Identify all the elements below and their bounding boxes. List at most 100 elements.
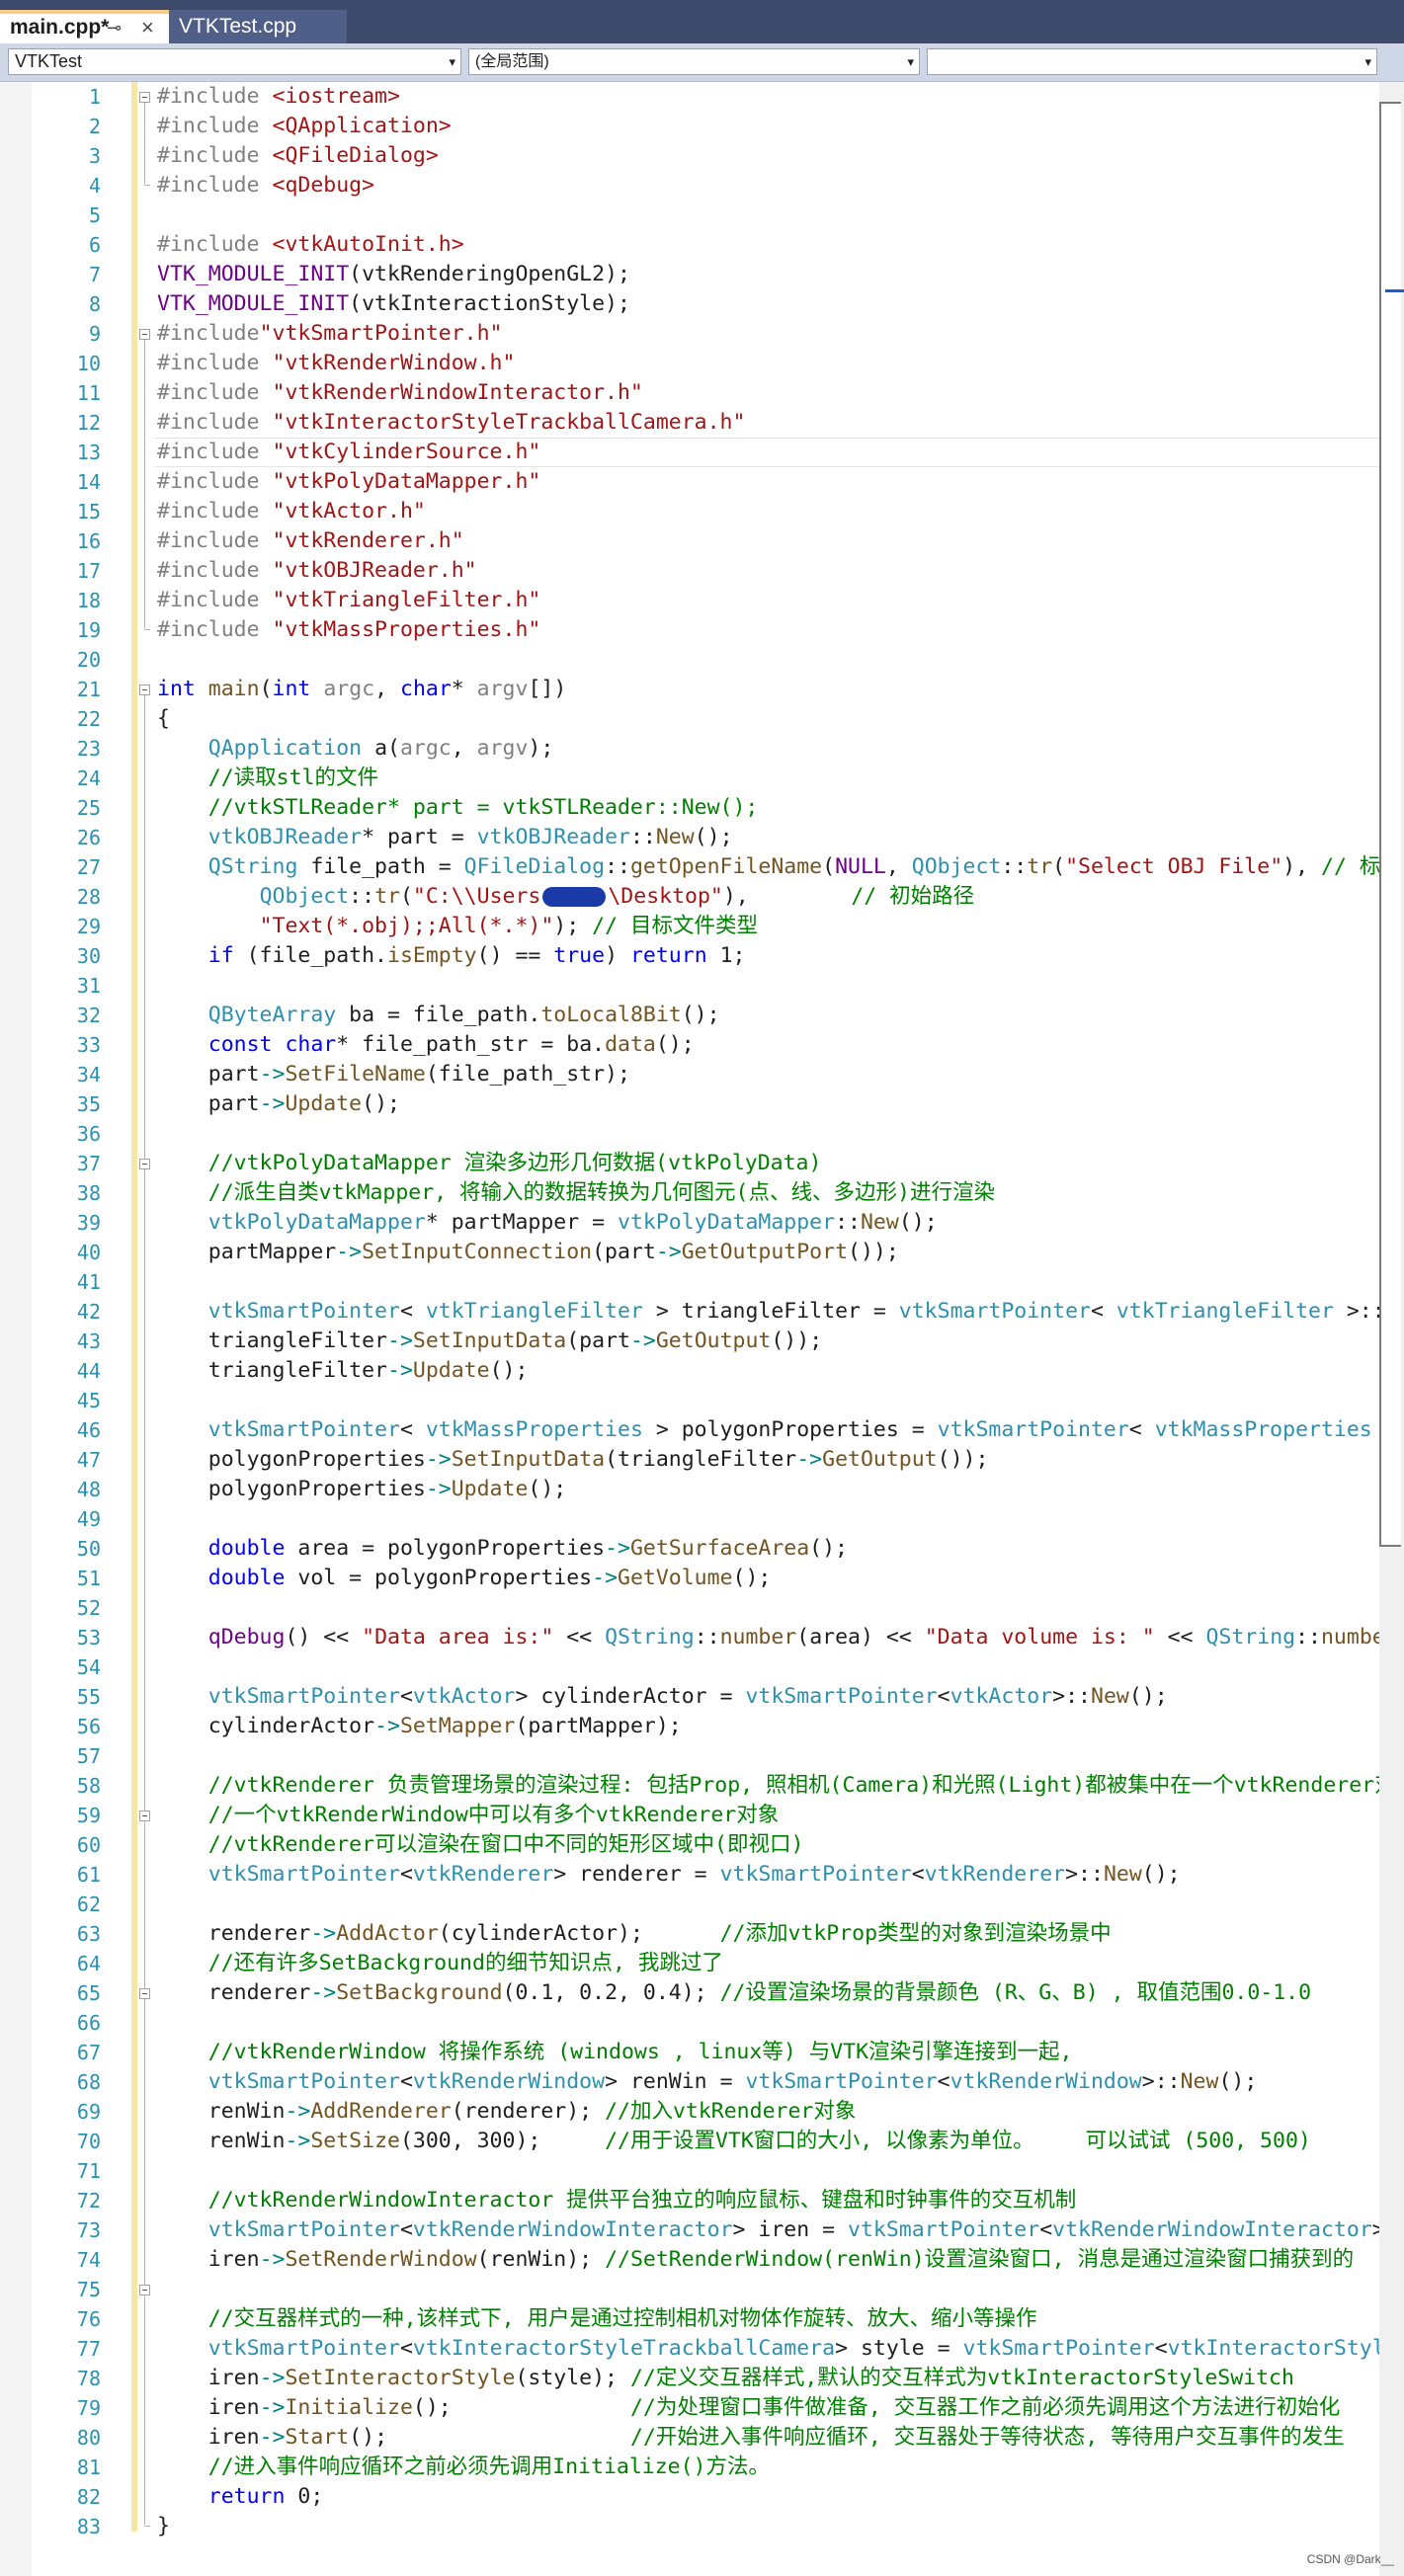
code-line[interactable]: qDebug() << "Data area is:" << QString::… (157, 1623, 1382, 1652)
code-line[interactable]: #include"vtkSmartPointer.h" (157, 319, 1382, 349)
code-line[interactable]: triangleFilter->Update(); (157, 1356, 1382, 1386)
tab-vtktest-cpp[interactable]: VTKTest.cpp (169, 10, 347, 43)
code-line[interactable]: polygonProperties->Update(); (157, 1475, 1382, 1504)
tab-main-cpp[interactable]: main.cpp* ⊸ × (0, 10, 171, 43)
code-line[interactable]: vtkSmartPointer<vtkRenderWindow> renWin … (157, 2067, 1382, 2097)
code-line[interactable]: partMapper->SetInputConnection(part->Get… (157, 1238, 1382, 1267)
code-line[interactable]: #include "vtkMassProperties.h" (157, 615, 1382, 645)
code-line[interactable]: //进入事件响应循环之前必须先调用Initialize()方法。 (157, 2453, 1382, 2482)
scope-dropdown[interactable]: (全局范围) ▾ (468, 48, 920, 75)
collapse-region-icon[interactable] (139, 1159, 150, 1169)
code-line[interactable]: #include "vtkRenderWindowInteractor.h" (157, 378, 1382, 408)
code-line[interactable]: VTK_MODULE_INIT(vtkInteractionStyle); (157, 289, 1382, 319)
collapse-region-icon[interactable] (139, 2285, 150, 2295)
code-line[interactable]: QByteArray ba = file_path.toLocal8Bit(); (157, 1001, 1382, 1030)
close-tab-icon[interactable]: × (141, 14, 154, 41)
code-line[interactable] (157, 1119, 1382, 1149)
code-line[interactable]: #include "vtkTriangleFilter.h" (157, 586, 1382, 615)
code-line[interactable]: #include "vtkInteractorStyleTrackballCam… (157, 408, 1382, 438)
code-line[interactable]: renderer->AddActor(cylinderActor); //添加v… (157, 1919, 1382, 1949)
glyph-margin[interactable] (0, 82, 32, 2576)
code-line[interactable]: renWin->AddRenderer(renderer); //加入vtkRe… (157, 2097, 1382, 2127)
code-line[interactable]: iren->SetRenderWindow(renWin); //SetRend… (157, 2245, 1382, 2275)
code-line[interactable]: //vtkRenderer 负责管理场景的渲染过程: 包括Prop, 照相机(C… (157, 1771, 1382, 1801)
collapse-region-icon[interactable] (139, 684, 150, 695)
collapse-region-icon[interactable] (139, 329, 150, 340)
code-line[interactable]: part->SetFileName(file_path_str); (157, 1060, 1382, 1089)
code-line[interactable] (157, 201, 1382, 230)
code-line[interactable]: const char* file_path_str = ba.data(); (157, 1030, 1382, 1060)
code-line[interactable]: #include <vtkAutoInit.h> (157, 230, 1382, 260)
code-line[interactable]: //vtkRenderWindow 将操作系统 (windows , linux… (157, 2038, 1382, 2067)
code-line[interactable]: //还有许多SetBackground的细节知识点, 我跳过了 (157, 1949, 1382, 1978)
code-line[interactable] (157, 645, 1382, 675)
code-line[interactable]: //交互器样式的一种,该样式下, 用户是通过控制相机对物体作旋转、放大、缩小等操… (157, 2304, 1382, 2334)
code-line[interactable] (157, 2275, 1382, 2304)
code-line[interactable]: QString file_path = QFileDialog::getOpen… (157, 852, 1382, 882)
code-line[interactable]: } (157, 2512, 1382, 2541)
code-line[interactable]: #include <iostream> (157, 82, 1382, 112)
code-line[interactable]: cylinderActor->SetMapper(partMapper); (157, 1712, 1382, 1741)
code-line[interactable]: //vtkPolyDataMapper 渲染多边形几何数据(vtkPolyDat… (157, 1149, 1382, 1178)
code-line[interactable]: "Text(*.obj);;All(*.*)"); // 目标文件类型 (157, 912, 1382, 941)
code-text-area[interactable]: #include <iostream> #include <QApplicatio… (157, 82, 1382, 2541)
code-line[interactable]: QObject::tr("C:\\Users \Desktop"), // 初始路… (157, 882, 1382, 912)
code-line[interactable]: polygonProperties->SetInputData(triangle… (157, 1445, 1382, 1475)
pin-icon[interactable]: ⊸ (107, 14, 122, 41)
code-line[interactable]: vtkPolyDataMapper* partMapper = vtkPolyD… (157, 1208, 1382, 1238)
scrollbar-thumb[interactable] (1379, 102, 1401, 1547)
code-line[interactable]: #include <qDebug> (157, 171, 1382, 201)
member-dropdown[interactable]: ▾ (927, 48, 1377, 75)
code-line[interactable] (157, 1504, 1382, 1534)
code-line[interactable]: //读取stl的文件 (157, 764, 1382, 793)
project-dropdown[interactable]: VTKTest ▾ (8, 48, 461, 75)
code-line[interactable] (157, 1267, 1382, 1297)
code-line[interactable]: vtkSmartPointer<vtkActor> cylinderActor … (157, 1682, 1382, 1712)
code-line[interactable]: //vtkSTLReader* part = vtkSTLReader::New… (157, 793, 1382, 823)
code-line[interactable]: iren->SetInteractorStyle(style); //定义交互器… (157, 2364, 1382, 2393)
collapse-region-icon[interactable] (139, 92, 150, 103)
code-line[interactable] (157, 2008, 1382, 2038)
code-line[interactable]: VTK_MODULE_INIT(vtkRenderingOpenGL2); (157, 260, 1382, 289)
vertical-scrollbar[interactable] (1379, 82, 1404, 2576)
code-line[interactable]: //派生自类vtkMapper, 将输入的数据转换为几何图元(点、线、多边形)进… (157, 1178, 1382, 1208)
code-line[interactable]: #include "vtkOBJReader.h" (157, 556, 1382, 586)
code-line[interactable]: return 0; (157, 2482, 1382, 2512)
code-line[interactable]: #include "vtkRenderer.h" (157, 526, 1382, 556)
code-line[interactable]: #include <QApplication> (157, 112, 1382, 141)
code-line[interactable]: #include "vtkPolyDataMapper.h" (157, 467, 1382, 497)
code-line[interactable]: #include <QFileDialog> (157, 141, 1382, 171)
code-line[interactable]: iren->Initialize(); //为处理窗口事件做准备, 交互器工作之… (157, 2393, 1382, 2423)
code-line[interactable]: QApplication a(argc, argv); (157, 734, 1382, 764)
code-line[interactable] (157, 1593, 1382, 1623)
code-line[interactable] (157, 1386, 1382, 1415)
code-line[interactable]: vtkSmartPointer<vtkRenderWindowInteracto… (157, 2215, 1382, 2245)
code-line[interactable]: if (file_path.isEmpty() == true) return … (157, 941, 1382, 971)
code-line[interactable] (157, 1741, 1382, 1771)
code-line[interactable]: iren->Start(); //开始进入事件响应循环, 交互器处于等待状态, … (157, 2423, 1382, 2453)
code-line[interactable]: #include "vtkCylinderSource.h" (157, 438, 1382, 467)
code-line[interactable] (157, 2156, 1382, 2186)
code-editor[interactable]: 1 2 3 4 5 6 7 8 9 10 11 12 13 14 15 16 17 18 19 20 21 22 23 24 2… (0, 82, 1404, 2576)
code-line[interactable]: renderer->SetBackground(0.1, 0.2, 0.4); … (157, 1978, 1382, 2008)
collapse-region-icon[interactable] (139, 1988, 150, 1999)
code-line[interactable]: double area = polygonProperties->GetSurf… (157, 1534, 1382, 1564)
code-line[interactable]: //一个vtkRenderWindow中可以有多个vtkRenderer对象 (157, 1801, 1382, 1830)
code-line[interactable]: int main(int argc, char* argv[]) (157, 675, 1382, 704)
code-line[interactable] (157, 971, 1382, 1001)
code-line[interactable]: #include "vtkRenderWindow.h" (157, 349, 1382, 378)
code-line[interactable]: part->Update(); (157, 1089, 1382, 1119)
code-line[interactable]: //vtkRenderer可以渲染在窗口中不同的矩形区域中(即视口) (157, 1830, 1382, 1860)
code-line[interactable]: { (157, 704, 1382, 734)
code-line[interactable]: double vol = polygonProperties->GetVolum… (157, 1564, 1382, 1593)
code-line[interactable]: renWin->SetSize(300, 300); //用于设置VTK窗口的大… (157, 2127, 1382, 2156)
code-line[interactable] (157, 1890, 1382, 1919)
code-line[interactable]: vtkSmartPointer<vtkRenderer> renderer = … (157, 1860, 1382, 1890)
code-line[interactable]: vtkSmartPointer< vtkMassProperties > pol… (157, 1415, 1382, 1445)
code-line[interactable]: vtkOBJReader* part = vtkOBJReader::New()… (157, 823, 1382, 852)
code-line[interactable]: vtkSmartPointer<vtkInteractorStyleTrackb… (157, 2334, 1382, 2364)
code-line[interactable] (157, 1652, 1382, 1682)
code-line[interactable]: vtkSmartPointer< vtkTriangleFilter > tri… (157, 1297, 1382, 1327)
code-line[interactable]: triangleFilter->SetInputData(part->GetOu… (157, 1327, 1382, 1356)
collapse-region-icon[interactable] (139, 1811, 150, 1821)
